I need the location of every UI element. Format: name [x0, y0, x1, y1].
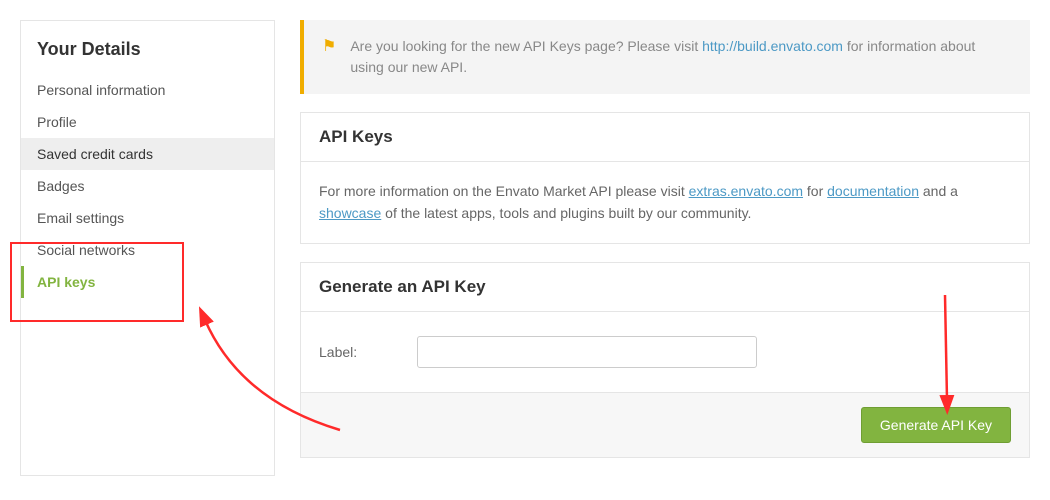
- sidebar-item-api-keys[interactable]: API keys: [21, 266, 274, 298]
- body-text: of the latest apps, tools and plugins bu…: [381, 205, 751, 221]
- extras-link[interactable]: extras.envato.com: [689, 183, 803, 199]
- sidebar-item-social-networks[interactable]: Social networks: [21, 234, 274, 266]
- api-keys-title: API Keys: [301, 113, 1029, 162]
- body-text: For more information on the Envato Marke…: [319, 183, 689, 199]
- sidebar: Your Details Personal information Profil…: [20, 20, 275, 476]
- sidebar-item-label: Badges: [37, 178, 84, 194]
- label-row: Label:: [319, 330, 1011, 374]
- generate-footer: Generate API Key: [301, 392, 1029, 457]
- sidebar-item-personal-info[interactable]: Personal information: [21, 74, 274, 106]
- generate-body: Label:: [301, 312, 1029, 392]
- body-text: for: [803, 183, 827, 199]
- notice-pre: Are you looking for the new API Keys pag…: [350, 38, 702, 54]
- sidebar-item-label: Saved credit cards: [37, 146, 153, 162]
- notice-banner: ⚑ Are you looking for the new API Keys p…: [300, 20, 1030, 94]
- notice-link[interactable]: http://build.envato.com: [702, 38, 843, 54]
- label-field-label: Label:: [319, 341, 357, 363]
- api-keys-panel: API Keys For more information on the Env…: [300, 112, 1030, 244]
- generate-title: Generate an API Key: [301, 263, 1029, 312]
- sidebar-item-profile[interactable]: Profile: [21, 106, 274, 138]
- flag-icon: ⚑: [322, 36, 336, 78]
- sidebar-item-badges[interactable]: Badges: [21, 170, 274, 202]
- label-input[interactable]: [417, 336, 757, 368]
- showcase-link[interactable]: showcase: [319, 205, 381, 221]
- notice-text: Are you looking for the new API Keys pag…: [350, 36, 1012, 78]
- docs-link[interactable]: documentation: [827, 183, 919, 199]
- body-text: and a: [919, 183, 958, 199]
- sidebar-item-label: Social networks: [37, 242, 135, 258]
- sidebar-item-label: Personal information: [37, 82, 165, 98]
- sidebar-item-label: API keys: [37, 274, 95, 290]
- api-keys-body: For more information on the Envato Marke…: [301, 162, 1029, 243]
- sidebar-header: Your Details: [21, 21, 274, 74]
- sidebar-item-label: Email settings: [37, 210, 124, 226]
- generate-api-key-button[interactable]: Generate API Key: [861, 407, 1011, 443]
- generate-panel: Generate an API Key Label: Generate API …: [300, 262, 1030, 458]
- sidebar-item-email-settings[interactable]: Email settings: [21, 202, 274, 234]
- sidebar-item-label: Profile: [37, 114, 77, 130]
- main-content: ⚑ Are you looking for the new API Keys p…: [300, 20, 1030, 476]
- sidebar-item-saved-cards[interactable]: Saved credit cards: [21, 138, 274, 170]
